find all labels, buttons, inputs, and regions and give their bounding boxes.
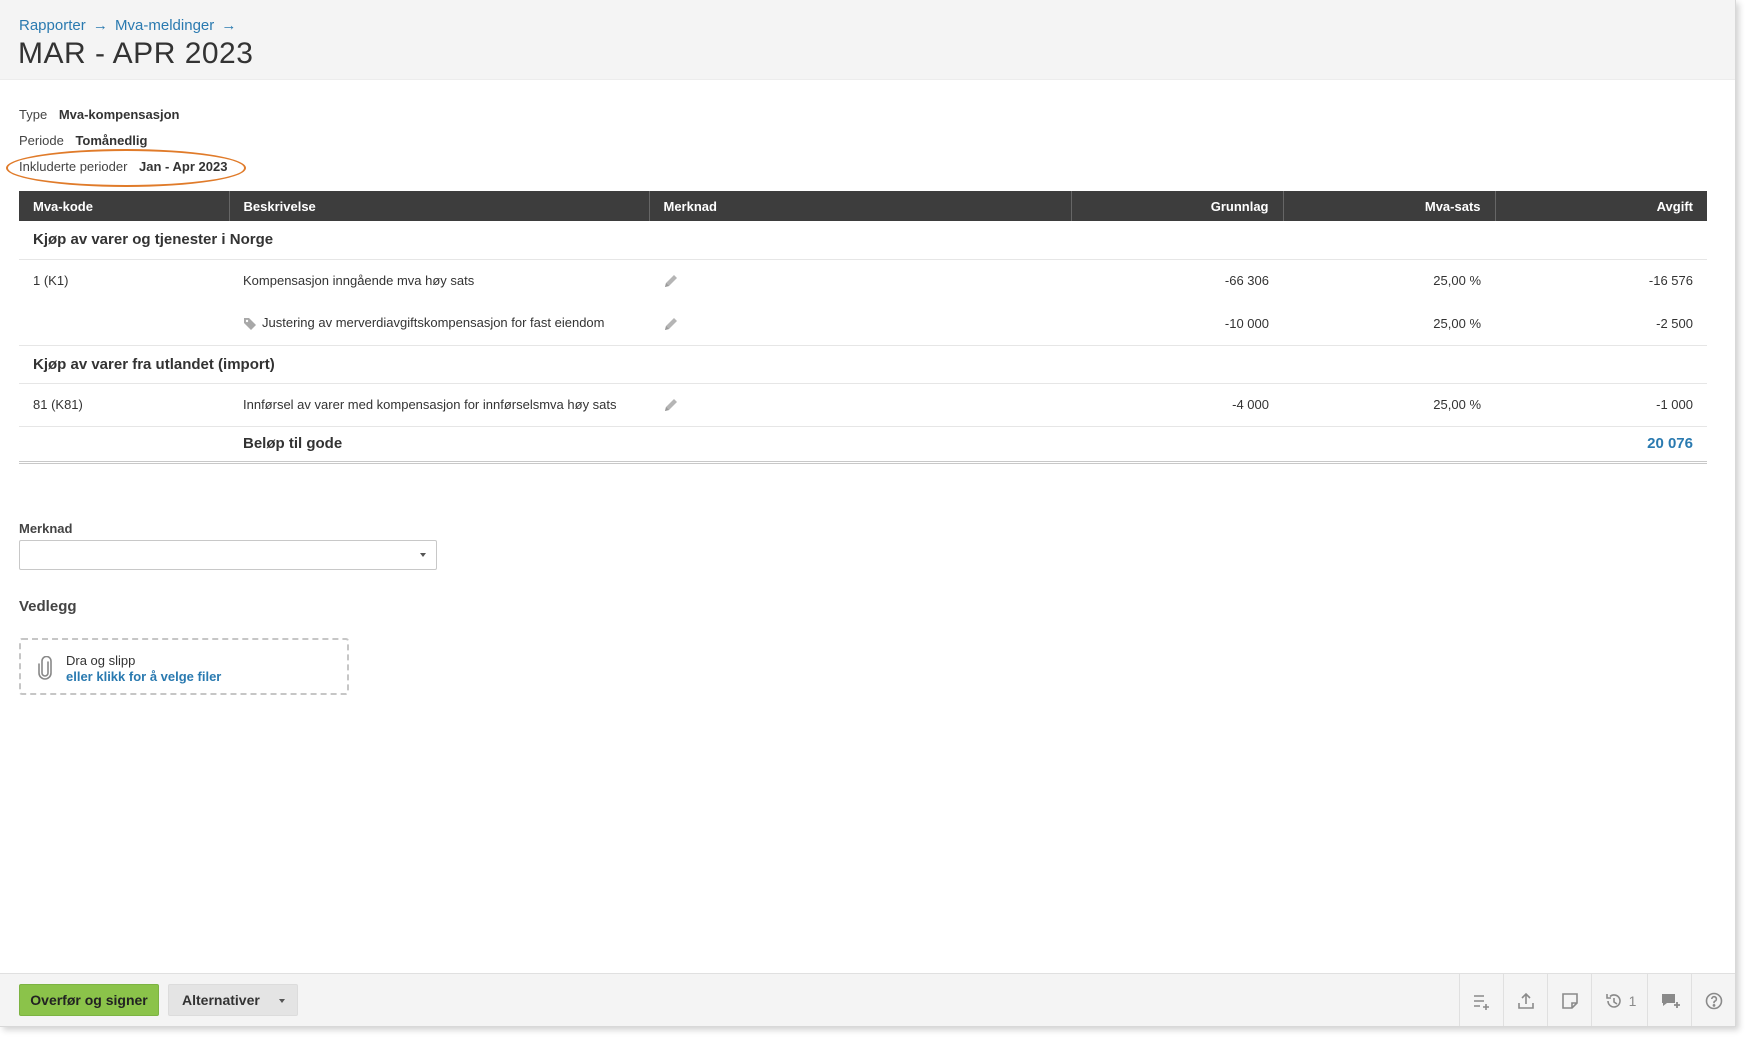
breadcrumb-item-mva-meldinger[interactable]: Mva-meldinger: [115, 17, 214, 34]
help-button[interactable]: [1691, 974, 1735, 1026]
list-add-button[interactable]: [1459, 974, 1503, 1026]
note-icon: [1561, 993, 1578, 1009]
page-title: MAR - APR 2023: [18, 37, 254, 70]
comment-add-icon: [1661, 994, 1680, 1008]
comment-add-button[interactable]: [1647, 974, 1691, 1026]
footer-bar: Overfør og signer Alternativer 1: [0, 973, 1735, 1026]
table-row: Justering av merverdiavgiftskompensasjon…: [19, 302, 1707, 346]
group-header-row: Kjøp av varer fra utlandet (import): [19, 345, 1707, 384]
history-button[interactable]: 1: [1591, 974, 1647, 1026]
breadcrumb: Rapporter → Mva-meldinger →: [19, 17, 239, 34]
pencil-icon[interactable]: [663, 273, 679, 289]
rate-cell: 25,00 %: [1283, 383, 1495, 427]
options-button-label: Alternativer: [182, 992, 260, 1008]
tag-icon: [244, 318, 256, 331]
column-header-rate[interactable]: Mva-sats: [1283, 191, 1496, 221]
table-row: 81 (K81) Innførsel av varer med kompensa…: [19, 383, 1707, 427]
merknad-dropdown[interactable]: [19, 540, 437, 570]
transfer-sign-button[interactable]: Overfør og signer: [19, 984, 159, 1016]
note-cell: [649, 383, 1071, 427]
base-cell[interactable]: -10 000: [1071, 302, 1283, 346]
paperclip-icon: [38, 656, 52, 680]
list-add-icon: [1473, 995, 1489, 1010]
footer-toolbar: 1: [1459, 974, 1735, 1026]
description-cell: Justering av merverdiavgiftskompensasjon…: [229, 302, 649, 346]
total-value[interactable]: 20 076: [1495, 426, 1707, 464]
group-header-row: Kjøp av varer og tjenester i Norge: [19, 221, 1707, 260]
meta-type: Type Mva-kompensasjon: [19, 107, 179, 122]
vat-table: Mva-kode Beskrivelse Merknad Grunnlag Mv…: [19, 191, 1707, 464]
code-cell: 1 (K1): [33, 273, 69, 289]
caret-down-icon: [279, 999, 285, 1003]
meta-period-label: Periode: [19, 133, 64, 148]
total-label: Beløp til gode: [229, 426, 649, 464]
column-header-note[interactable]: Merknad: [649, 191, 1072, 221]
page-header: Rapporter → Mva-meldinger → MAR - APR 20…: [0, 0, 1735, 80]
code-cell: [19, 302, 229, 346]
description-text: Justering av merverdiavgiftskompensasjon…: [262, 315, 605, 331]
pencil-icon[interactable]: [663, 397, 679, 413]
description-cell: Kompensasjon inngående mva høy sats: [243, 273, 475, 289]
help-icon: [1705, 992, 1722, 1010]
meta-period: Periode Tomånedlig: [19, 133, 147, 148]
fee-cell[interactable]: -16 576: [1495, 259, 1707, 302]
group-title: Kjøp av varer fra utlandet (import): [19, 345, 1707, 384]
fee-cell[interactable]: -2 500: [1495, 302, 1707, 346]
history-count: 1: [1628, 993, 1637, 1009]
select-files-link[interactable]: eller klikk for å velge filer: [66, 669, 221, 684]
history-icon: [1605, 994, 1621, 1008]
breadcrumb-arrow-icon: →: [221, 17, 237, 34]
meta-type-value: Mva-kompensasjon: [58, 107, 180, 122]
highlight-annotation: [6, 149, 246, 187]
export-button[interactable]: [1503, 974, 1547, 1026]
column-header-description[interactable]: Beskrivelse: [229, 191, 650, 221]
drop-text: Dra og slipp: [66, 653, 136, 668]
vedlegg-label: Vedlegg: [19, 598, 77, 615]
breadcrumb-arrow-icon: →: [92, 17, 108, 34]
base-cell[interactable]: -66 306: [1071, 259, 1283, 302]
code-cell: 81 (K81): [19, 383, 229, 427]
base-cell[interactable]: -4 000: [1071, 383, 1283, 427]
table-row: 1 (K1) Kompensasjon inngående mva høy sa…: [19, 259, 1707, 302]
options-button[interactable]: Alternativer: [168, 984, 298, 1016]
table-header-row: Mva-kode Beskrivelse Merknad Grunnlag Mv…: [19, 191, 1707, 221]
description-cell: Innførsel av varer med kompensasjon for …: [229, 383, 649, 427]
app-window: Rapporter → Mva-meldinger → MAR - APR 20…: [0, 0, 1736, 1027]
meta-period-value: Tomånedlig: [75, 133, 148, 148]
pencil-icon[interactable]: [663, 316, 679, 332]
merknad-label: Merknad: [19, 521, 73, 536]
rate-cell: 25,00 %: [1283, 302, 1495, 346]
breadcrumb-item-rapporter[interactable]: Rapporter: [19, 17, 86, 34]
note-button[interactable]: [1547, 974, 1591, 1026]
export-icon: [1517, 992, 1534, 1009]
note-cell: [649, 259, 1071, 302]
total-row: Beløp til gode 20 076: [19, 426, 1707, 464]
file-dropzone[interactable]: Dra og slipp eller klikk for å velge fil…: [19, 638, 349, 695]
group-title: Kjøp av varer og tjenester i Norge: [19, 221, 1707, 260]
note-cell: [649, 302, 1071, 346]
meta-type-label: Type: [19, 107, 48, 122]
column-header-fee[interactable]: Avgift: [1495, 191, 1707, 221]
fee-cell[interactable]: -1 000: [1495, 383, 1707, 427]
column-header-base[interactable]: Grunnlag: [1071, 191, 1284, 221]
rate-cell: 25,00 %: [1433, 273, 1481, 289]
caret-down-icon: [420, 553, 426, 557]
column-header-code[interactable]: Mva-kode: [19, 191, 230, 221]
